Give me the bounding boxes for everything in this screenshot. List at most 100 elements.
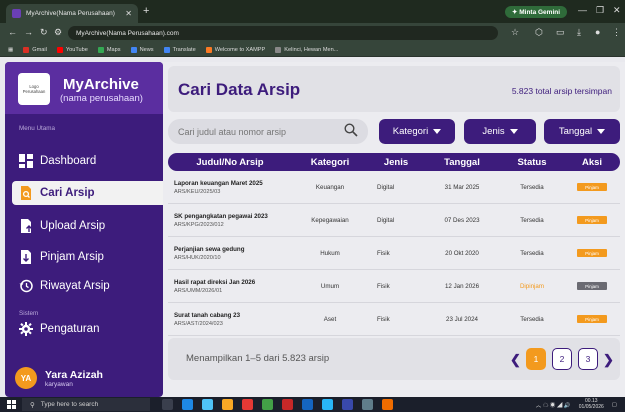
sidebar-item-cari-arsip[interactable]: Cari Arsip <box>12 181 163 205</box>
edge-icon[interactable] <box>182 399 193 410</box>
close-tab-icon[interactable]: ✕ <box>125 9 132 18</box>
bookmark-item[interactable]: Maps <box>97 46 121 53</box>
taskbar-search-placeholder: Type here to search <box>40 401 99 408</box>
bookmark-item[interactable]: Translate <box>163 46 196 53</box>
page-header: Cari Data Arsip 5.823 total arsip tersim… <box>168 66 620 112</box>
notification-icon[interactable]: ▢ <box>612 402 617 408</box>
app-icon[interactable] <box>282 399 293 410</box>
archive-table: Judul/No Arsip Kategori Jenis Tanggal St… <box>168 153 620 336</box>
word-icon[interactable] <box>302 399 313 410</box>
archive-category: Aset <box>323 315 337 323</box>
forward-icon[interactable]: → <box>24 27 33 37</box>
bookmark-item[interactable]: News <box>130 46 154 53</box>
page-button[interactable]: 2 <box>552 348 572 370</box>
archive-number: ARS/KPG/2023/012 <box>174 221 224 228</box>
archive-title: Surat tanah cabang 23 <box>174 311 241 319</box>
category-filter[interactable]: Kategori <box>379 119 455 144</box>
clock[interactable]: 00.13 01/05/2026 <box>579 398 604 411</box>
browser-tab-bar: MyArchive(Nama Perusahaan) ✕ + ✦ Minta G… <box>0 0 625 23</box>
borrow-button[interactable]: Pinjam <box>577 183 607 191</box>
app-icon[interactable] <box>342 399 353 410</box>
browser-tab[interactable]: MyArchive(Nama Perusahaan) ✕ <box>6 4 138 23</box>
user-profile[interactable]: YA Yara Azizah karyawan <box>5 359 163 397</box>
column-header: Kategori <box>310 156 350 168</box>
archive-type: Fisik <box>377 315 390 323</box>
bookmark-item[interactable]: YouTube <box>56 46 88 53</box>
company-logo: Logo Perusahaan <box>18 73 50 105</box>
tray-icons[interactable]: ︿ ☁ ◉ ◢ 🔊 <box>536 401 571 409</box>
file-explorer-icon[interactable] <box>222 399 233 410</box>
status-text: Dipinjam <box>519 282 545 290</box>
brand-subtitle: (nama perusahaan) <box>60 93 143 104</box>
main-content: Cari Data Arsip 5.823 total arsip tersim… <box>163 62 625 397</box>
chrome-icon[interactable] <box>242 399 253 410</box>
sidebar-item-label: Pinjam Arsip <box>40 251 104 263</box>
page-button[interactable]: 3 <box>578 348 598 370</box>
borrow-button[interactable]: Pinjam <box>577 249 607 257</box>
windows-start-icon[interactable] <box>7 400 16 412</box>
chevron-right-icon[interactable]: ❯ <box>603 352 614 368</box>
gemini-button[interactable]: ✦ Minta Gemini <box>505 6 567 18</box>
borrow-button[interactable]: Pinjam <box>577 216 607 224</box>
site-info-icon[interactable]: ⚙ <box>54 27 62 38</box>
search-input[interactable] <box>178 126 343 137</box>
extensions-icon[interactable]: ⬡ <box>535 27 543 38</box>
reload-icon[interactable]: ↻ <box>40 27 48 38</box>
taskbar-search[interactable]: ⚲ Type here to search <box>22 398 150 411</box>
table-row[interactable]: SK pengangkatan pegawai 2023 ARS/KPG/2023… <box>168 204 620 237</box>
sidebar-item-pinjam-arsip[interactable]: Pinjam Arsip <box>19 245 163 269</box>
url-field[interactable]: MyArchive(Nama Perusahaan).com <box>68 26 498 40</box>
page-button-active[interactable]: 1 <box>526 348 546 370</box>
bookmark-item[interactable]: Gmail <box>23 46 47 53</box>
download-icon[interactable]: ⤓ <box>577 27 581 38</box>
close-window-icon[interactable]: ✕ <box>613 5 621 16</box>
maximize-icon[interactable]: ❐ <box>596 5 604 16</box>
system-label: Sistem <box>19 310 39 317</box>
chevron-left-icon[interactable]: ❮ <box>510 352 521 368</box>
archive-title: Laporan keuangan Maret 2025 <box>174 179 263 187</box>
status-text: Tersedia <box>520 183 544 191</box>
table-row[interactable]: Hasil rapat direksi Jan 2026 ARS/UMM/2026… <box>168 270 620 303</box>
table-header: Judul/No Arsip Kategori Jenis Tanggal St… <box>168 153 620 171</box>
sidebar-toggle-icon[interactable]: ▭ <box>556 27 565 38</box>
table-footer: Menampilkan 1–5 dari 5.823 arsip ❮ 1 2 3… <box>168 338 620 380</box>
user-name: Yara Azizah <box>45 368 103 381</box>
gear-icon <box>19 322 33 336</box>
sidebar-item-pengaturan[interactable]: Pengaturan <box>19 317 163 341</box>
table-row[interactable]: Surat tanah cabang 23 ARS/AST/2024/023 As… <box>168 303 620 336</box>
app-icon[interactable] <box>322 399 333 410</box>
new-tab-button[interactable]: + <box>143 5 149 17</box>
type-filter[interactable]: Jenis <box>464 119 536 144</box>
sidebar: Logo Perusahaan MyArchive (nama perusaha… <box>5 62 163 397</box>
status-text: Tersedia <box>520 249 544 257</box>
column-header: Tanggal <box>444 156 480 168</box>
sidebar-item-riwayat-arsip[interactable]: Riwayat Arsip <box>19 274 163 298</box>
pagination-summary: Menampilkan 1–5 dari 5.823 arsip <box>186 353 330 364</box>
table-row[interactable]: Laporan keuangan Maret 2025 ARS/KEU/2025/… <box>168 171 620 204</box>
search-icon[interactable] <box>344 123 358 140</box>
borrow-button[interactable]: Pinjam <box>577 315 607 323</box>
archive-type: Fisik <box>377 282 390 290</box>
back-icon[interactable]: ← <box>8 27 17 37</box>
table-row[interactable]: Perjanjian sewa gedung ARS/HUK/2020/10 Hu… <box>168 237 620 270</box>
profile-icon[interactable]: ● <box>595 27 600 37</box>
app-icon[interactable] <box>382 399 393 410</box>
task-view-icon[interactable] <box>162 399 173 410</box>
bookmark-star-icon[interactable]: ☆ <box>511 27 519 38</box>
sidebar-item-upload-arsip[interactable]: Upload Arsip <box>19 214 163 238</box>
minimize-icon[interactable]: — <box>578 5 587 15</box>
menu-icon[interactable]: ⋮ <box>612 27 621 38</box>
sidebar-item-dashboard[interactable]: Dashboard <box>19 149 163 173</box>
download-file-icon <box>19 250 33 264</box>
archive-title: Perjanjian sewa gedung <box>174 245 245 253</box>
bookmark-item[interactable]: Kelinci, Hewan Men... <box>275 46 338 53</box>
date-filter[interactable]: Tanggal <box>544 119 620 144</box>
settings-icon[interactable] <box>362 399 373 410</box>
apps-icon[interactable]: ▦ <box>8 47 13 53</box>
borrow-button-disabled: Pinjam <box>577 282 607 290</box>
bookmark-item[interactable]: Welcome to XAMPP <box>205 46 265 53</box>
tab-title: MyArchive(Nama Perusahaan) <box>26 10 115 17</box>
whatsapp-icon[interactable] <box>262 399 273 410</box>
search-box[interactable] <box>168 119 368 144</box>
store-icon[interactable] <box>202 399 213 410</box>
